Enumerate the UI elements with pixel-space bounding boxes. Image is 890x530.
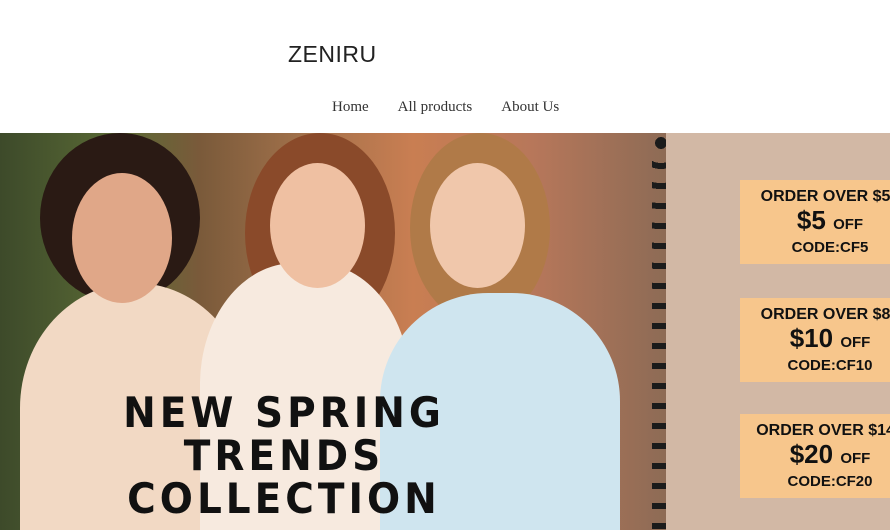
model-face: [72, 173, 172, 303]
coupon-off: OFF: [833, 216, 864, 233]
nav-home[interactable]: Home: [332, 99, 369, 116]
coupon-card[interactable]: ORDER OVER $59 $5 OFF CODE:CF5: [740, 180, 890, 264]
headline-line-1: NEW SPRING TRENDS: [123, 388, 445, 481]
coupon-amount-line: $20 OFF: [740, 440, 890, 473]
coupon-amount: $20: [789, 439, 834, 469]
coupon-amount-line: $10 OFF: [740, 324, 890, 357]
coupon-amount: $10: [789, 323, 834, 353]
model-face: [430, 163, 525, 288]
coupon-off: OFF: [840, 450, 871, 467]
coupon-code: CODE:CF5: [791, 239, 869, 256]
hero-banner[interactable]: NEW SPRING TRENDS COLLECTION ORDER OVER …: [0, 133, 890, 530]
main-nav: Home All products About Us: [332, 99, 559, 116]
headline-line-2: COLLECTION: [127, 475, 441, 524]
coupon-code: CODE:CF20: [787, 473, 873, 490]
coupon-amount-line: $5 OFF: [740, 206, 890, 239]
site-header: ZENIRU Home All products About Us: [0, 0, 890, 133]
coupon-condition: ORDER OVER $149: [756, 422, 890, 439]
nav-about-us[interactable]: About Us: [501, 99, 559, 116]
hero-headline: NEW SPRING TRENDS COLLECTION: [64, 392, 504, 522]
coupon-card[interactable]: ORDER OVER $149 $20 OFF CODE:CF20: [740, 414, 890, 498]
nav-all-products[interactable]: All products: [398, 99, 473, 116]
coupon-condition: ORDER OVER $59: [760, 188, 890, 205]
coupon-condition: ORDER OVER $89: [760, 306, 890, 323]
coupon-off: OFF: [840, 334, 871, 351]
site-logo[interactable]: ZENIRU: [288, 41, 377, 68]
model-face: [270, 163, 365, 288]
coupon-code: CODE:CF10: [787, 357, 873, 374]
coupon-amount: $5: [796, 205, 826, 235]
coupon-card[interactable]: ORDER OVER $89 $10 OFF CODE:CF10: [740, 298, 890, 382]
